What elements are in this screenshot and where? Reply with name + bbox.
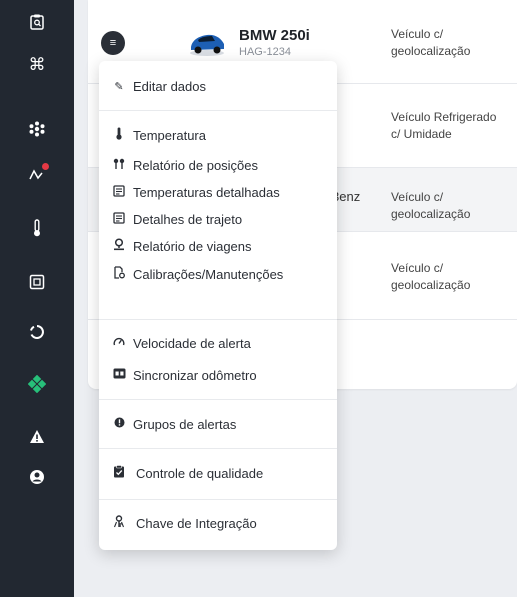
- menu-divider: [99, 399, 337, 400]
- menu-item-label: Relatório de viagens: [133, 238, 252, 254]
- maintenance-icon: [112, 266, 126, 282]
- menu-item-label: Temperatura: [133, 127, 206, 143]
- warning-icon[interactable]: [23, 422, 51, 450]
- menu-item-temperatura[interactable]: Temperatura: [112, 125, 206, 145]
- menu-item-grupos-de-alertas[interactable]: Grupos de alertas: [112, 414, 236, 434]
- positions-icon: [112, 158, 126, 173]
- menu-item-sincronizar-odometro[interactable]: Sincronizar odômetro: [112, 365, 257, 385]
- dashboard-panel-icon[interactable]: [23, 268, 51, 296]
- menu-item-temperaturas-detalhadas[interactable]: Temperaturas detalhadas: [112, 182, 280, 202]
- vehicle-image: [187, 27, 227, 57]
- vehicle-plate: HAG-1234: [239, 46, 291, 58]
- user-icon[interactable]: [23, 463, 51, 491]
- sidebar: ⌘: [0, 0, 74, 597]
- menu-item-label: Controle de qualidade: [136, 465, 264, 481]
- menu-item-label: Sincronizar odômetro: [133, 367, 257, 383]
- vehicle-type-cell: Veículo c/ geolocalização: [391, 190, 471, 221]
- menu-item-relatorio-de-viagens[interactable]: Relatório de viagens: [112, 236, 252, 256]
- menu-item-label: Temperaturas detalhadas: [133, 184, 280, 200]
- network-icon[interactable]: [23, 115, 51, 143]
- menu-divider: [99, 319, 337, 320]
- edit-icon: ✎: [114, 79, 124, 93]
- menu-divider: [99, 499, 337, 500]
- diamond-cluster-icon[interactable]: [23, 370, 51, 398]
- route-alert-icon[interactable]: [23, 161, 51, 189]
- menu-item-label: Detalhes de trajeto: [133, 211, 243, 227]
- menu-item-label: Chave de Integração: [136, 515, 257, 531]
- route-details-icon: [112, 211, 126, 227]
- menu-lines-icon: ≡: [109, 37, 117, 49]
- command-icon[interactable]: ⌘: [23, 51, 51, 79]
- vehicle-type-cell: Veículo c/ geolocalização: [391, 27, 471, 58]
- menu-item-detalhes-de-trajeto[interactable]: Detalhes de trajeto: [112, 209, 242, 229]
- menu-item-velocidade-de-alerta[interactable]: Velocidade de alerta: [112, 333, 251, 353]
- odometer-icon: [112, 368, 126, 382]
- menu-divider: [99, 110, 337, 111]
- row-actions-menu: ✎ Editar dados Temperatura Relatório de …: [99, 61, 337, 550]
- trip-pin-icon: [112, 238, 126, 254]
- menu-item-label: Editar dados: [133, 78, 206, 94]
- integration-key-icon: [112, 515, 126, 531]
- menu-item-label: Relatório de posições: [133, 157, 259, 173]
- menu-item-controle-de-qualidade[interactable]: Controle de qualidade: [112, 463, 263, 483]
- menu-item-chave-de-integracao[interactable]: Chave de Integração: [112, 513, 257, 533]
- thermometer-icon: [112, 127, 126, 143]
- menu-item-relatorio-de-posicoes[interactable]: Relatório de posições: [112, 155, 258, 175]
- menu-item-editar-dados[interactable]: ✎ Editar dados: [112, 76, 206, 96]
- detailed-report-icon: [112, 184, 126, 200]
- menu-item-label: Calibrações/Manutenções: [133, 266, 284, 282]
- clipboard-search-icon[interactable]: [23, 8, 51, 36]
- vehicle-type-cell: Veículo Refrigerado c/ Umidade: [391, 110, 497, 141]
- row-menu-button[interactable]: ≡: [101, 31, 125, 55]
- menu-item-calibracoes-manutencoes[interactable]: Calibrações/Manutenções: [112, 264, 283, 284]
- loading-circle-icon[interactable]: [23, 318, 51, 346]
- quality-control-icon: [112, 465, 126, 481]
- menu-item-label: Grupos de alertas: [133, 416, 237, 432]
- speedometer-icon: [112, 336, 126, 351]
- vehicle-name[interactable]: BMW 250i: [239, 27, 310, 44]
- notification-dot: [42, 163, 49, 170]
- menu-item-label: Velocidade de alerta: [133, 335, 251, 351]
- vehicle-type-cell: Veículo c/ geolocalização: [391, 261, 471, 292]
- menu-divider: [99, 448, 337, 449]
- thermometer-icon[interactable]: [23, 214, 51, 242]
- alert-group-icon: [112, 417, 126, 431]
